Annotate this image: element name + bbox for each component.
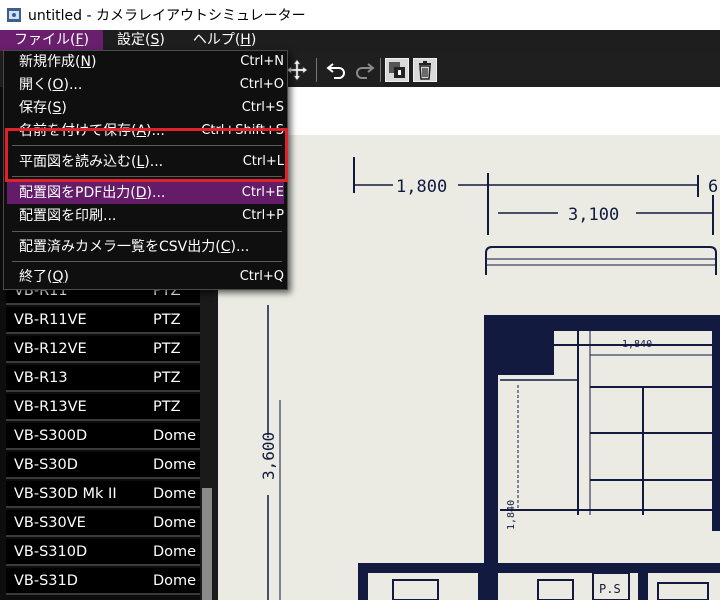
camera-list-item[interactable]: VB-R13VE PTZ bbox=[6, 394, 200, 421]
menu-item-new[interactable]: 新規作成(N) Ctrl+N bbox=[7, 51, 284, 73]
title-bar: untitled - カメラレイアウトシミュレーター bbox=[0, 0, 720, 30]
camera-type: Dome bbox=[153, 428, 197, 444]
camera-model: VB-R13VE bbox=[14, 399, 87, 415]
menu-item-print[interactable]: 配置図を印刷... Ctrl+P bbox=[7, 205, 284, 227]
camera-type: PTZ bbox=[153, 341, 181, 357]
copy-icon bbox=[389, 62, 405, 78]
camera-type: Dome bbox=[153, 515, 197, 531]
dimension-label: 6 bbox=[708, 177, 718, 197]
duplicate-button[interactable] bbox=[385, 58, 409, 82]
camera-list-item[interactable]: VB-R12VE PTZ bbox=[6, 336, 200, 363]
redo-icon[interactable] bbox=[352, 58, 376, 82]
camera-list-item[interactable]: VB-S30D Dome bbox=[6, 452, 200, 479]
camera-list-item[interactable]: VB-S300D Dome bbox=[6, 423, 200, 450]
toolbar-separator bbox=[316, 58, 317, 82]
camera-list-item[interactable]: VB-R13 PTZ bbox=[6, 365, 200, 392]
camera-model: VB-S30D bbox=[14, 457, 78, 473]
camera-list-item[interactable]: VB-S30D Mk II Dome bbox=[6, 481, 200, 508]
camera-model: VB-S30VE bbox=[14, 515, 86, 531]
move-icon[interactable] bbox=[285, 58, 309, 82]
menu-separator bbox=[12, 231, 282, 232]
menu-separator bbox=[12, 261, 282, 262]
camera-model: VB-S31D bbox=[14, 573, 78, 589]
floor-plan: 1,800 6 3,100 3,600 1,840 1,840 P.S bbox=[218, 135, 720, 600]
dimension-label: 3,100 bbox=[568, 205, 619, 225]
menu-help[interactable]: ヘルプ(H) bbox=[179, 30, 270, 51]
camera-list-item[interactable]: VB-S30VE Dome bbox=[6, 510, 200, 537]
menu-item-export-csv[interactable]: 配置済みカメラ一覧をCSV出力(C)... bbox=[7, 236, 284, 258]
menu-item-exit[interactable]: 終了(Q) Ctrl+Q bbox=[7, 266, 284, 288]
dimension-label: 1,800 bbox=[396, 177, 447, 197]
window-title: untitled - カメラレイアウトシミュレーター bbox=[28, 8, 306, 24]
camera-type: Dome bbox=[153, 573, 197, 589]
camera-model: VB-S300D bbox=[14, 428, 88, 444]
camera-type: Dome bbox=[153, 457, 197, 473]
camera-list-item[interactable]: VB-S31D Dome bbox=[6, 568, 200, 595]
camera-type: PTZ bbox=[153, 370, 181, 386]
camera-model: VB-R11VE bbox=[14, 312, 87, 328]
dimension-label: 3,600 bbox=[259, 432, 278, 480]
room-label: P.S bbox=[599, 582, 621, 596]
camera-list-item[interactable]: VB-S310D Dome bbox=[6, 539, 200, 566]
camera-model: VB-R12VE bbox=[14, 341, 87, 357]
scrollbar-thumb[interactable] bbox=[202, 488, 212, 600]
menu-bar: ファイル(F) 設定(S) ヘルプ(H) bbox=[0, 30, 720, 51]
dimension-label: 1,840 bbox=[622, 339, 652, 350]
camera-model: VB-S310D bbox=[14, 544, 88, 560]
menu-file[interactable]: ファイル(F) bbox=[0, 30, 103, 51]
menu-item-save[interactable]: 保存(S) Ctrl+S bbox=[7, 97, 284, 119]
undo-icon[interactable] bbox=[325, 58, 349, 82]
dimension-label: 1,840 bbox=[506, 500, 517, 530]
camera-list-item[interactable]: VB-R11VE PTZ bbox=[6, 307, 200, 334]
camera-type: Dome bbox=[153, 486, 197, 502]
app-icon bbox=[7, 8, 21, 22]
camera-type: PTZ bbox=[153, 312, 181, 328]
toolbar-separator bbox=[380, 58, 381, 82]
menu-item-open[interactable]: 開く(O)... Ctrl+O bbox=[7, 74, 284, 96]
camera-model: VB-R13 bbox=[14, 370, 68, 386]
menu-item-export-pdf[interactable]: 配置図をPDF出力(D)... Ctrl+E bbox=[7, 182, 284, 204]
trash-icon bbox=[419, 61, 431, 80]
camera-type: PTZ bbox=[153, 399, 181, 415]
camera-model: VB-S30D Mk II bbox=[14, 486, 117, 502]
menu-settings[interactable]: 設定(S) bbox=[103, 30, 179, 51]
highlight-callout bbox=[5, 128, 288, 182]
layout-canvas[interactable]: 1,800 6 3,100 3,600 1,840 1,840 P.S bbox=[218, 87, 720, 600]
delete-button[interactable] bbox=[413, 58, 437, 82]
camera-type: Dome bbox=[153, 544, 197, 560]
